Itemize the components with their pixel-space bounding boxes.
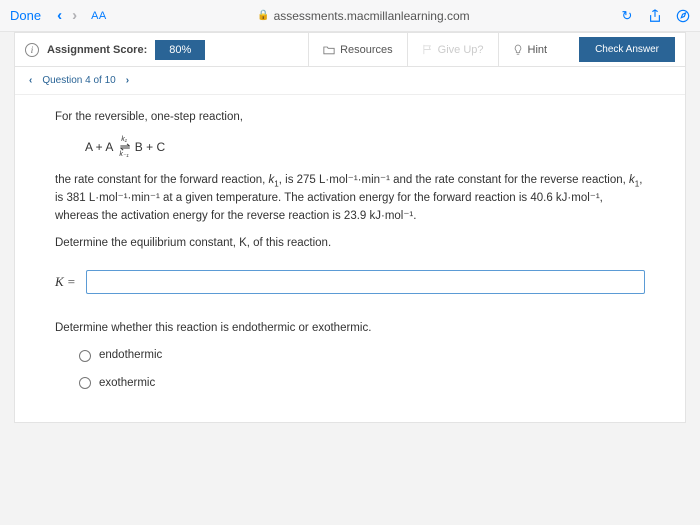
nav-group: ‹ › AA [57, 7, 107, 24]
option-endothermic[interactable]: endothermic [79, 347, 645, 364]
url-text: assessments.macmillanlearning.com [274, 9, 470, 23]
answer-row: K = [55, 270, 645, 294]
share-icon[interactable] [648, 9, 662, 23]
lock-icon: 🔒 [257, 10, 269, 21]
resources-button[interactable]: Resources [308, 33, 407, 67]
done-button[interactable]: Done [10, 8, 41, 23]
question-content: For the reversible, one-step reaction, A… [15, 95, 685, 422]
giveup-label: Give Up? [438, 44, 484, 56]
flag-icon [422, 44, 433, 55]
bulb-icon [513, 44, 523, 56]
compass-icon[interactable] [676, 9, 690, 23]
url-bar[interactable]: 🔒 assessments.macmillanlearning.com [119, 9, 608, 23]
prompt-1: Determine the equilibrium constant, K, o… [55, 235, 645, 252]
radio-exothermic[interactable] [79, 377, 91, 389]
browser-actions: ↻ [620, 9, 690, 23]
option-exothermic[interactable]: exothermic [79, 375, 645, 392]
prompt-2: Determine whether this reaction is endot… [55, 320, 645, 337]
folder-icon [323, 45, 335, 55]
next-question-icon[interactable]: › [126, 75, 129, 86]
browser-chrome: Done ‹ › AA 🔒 assessments.macmillanlearn… [0, 0, 700, 32]
radio-endothermic[interactable] [79, 350, 91, 362]
equation: A + A k₁ ⇌ k₋₁ B + C [85, 136, 645, 158]
assignment-toolbar: i Assignment Score: 80% Resources Give U… [15, 33, 685, 67]
forward-icon: › [72, 7, 77, 24]
equilibrium-arrow-icon: k₁ ⇌ k₋₁ [119, 136, 128, 158]
question-position: Question 4 of 10 [42, 75, 115, 86]
thermo-options: endothermic exothermic [79, 347, 645, 392]
info-icon[interactable]: i [25, 43, 39, 57]
text-size-button[interactable]: AA [91, 10, 107, 22]
k-label: K = [55, 272, 76, 292]
option-label: exothermic [99, 375, 155, 392]
eq-left: A + A [85, 138, 113, 156]
reload-icon[interactable]: ↻ [620, 9, 634, 23]
page-container: i Assignment Score: 80% Resources Give U… [14, 32, 686, 423]
question-body: the rate constant for the forward reacti… [55, 172, 645, 225]
back-icon[interactable]: ‹ [57, 7, 62, 24]
score-label: Assignment Score: [47, 44, 147, 56]
score-badge: 80% [155, 40, 205, 60]
hint-label: Hint [528, 44, 548, 56]
resources-label: Resources [340, 44, 393, 56]
question-nav: ‹ Question 4 of 10 › [15, 67, 685, 95]
prev-question-icon[interactable]: ‹ [29, 75, 32, 86]
intro-text: For the reversible, one-step reaction, [55, 109, 645, 126]
k-input[interactable] [86, 270, 645, 294]
giveup-button: Give Up? [407, 33, 498, 67]
option-label: endothermic [99, 347, 162, 364]
hint-button[interactable]: Hint [498, 33, 562, 67]
check-answer-button[interactable]: Check Answer [579, 37, 675, 62]
eq-right: B + C [135, 138, 165, 156]
